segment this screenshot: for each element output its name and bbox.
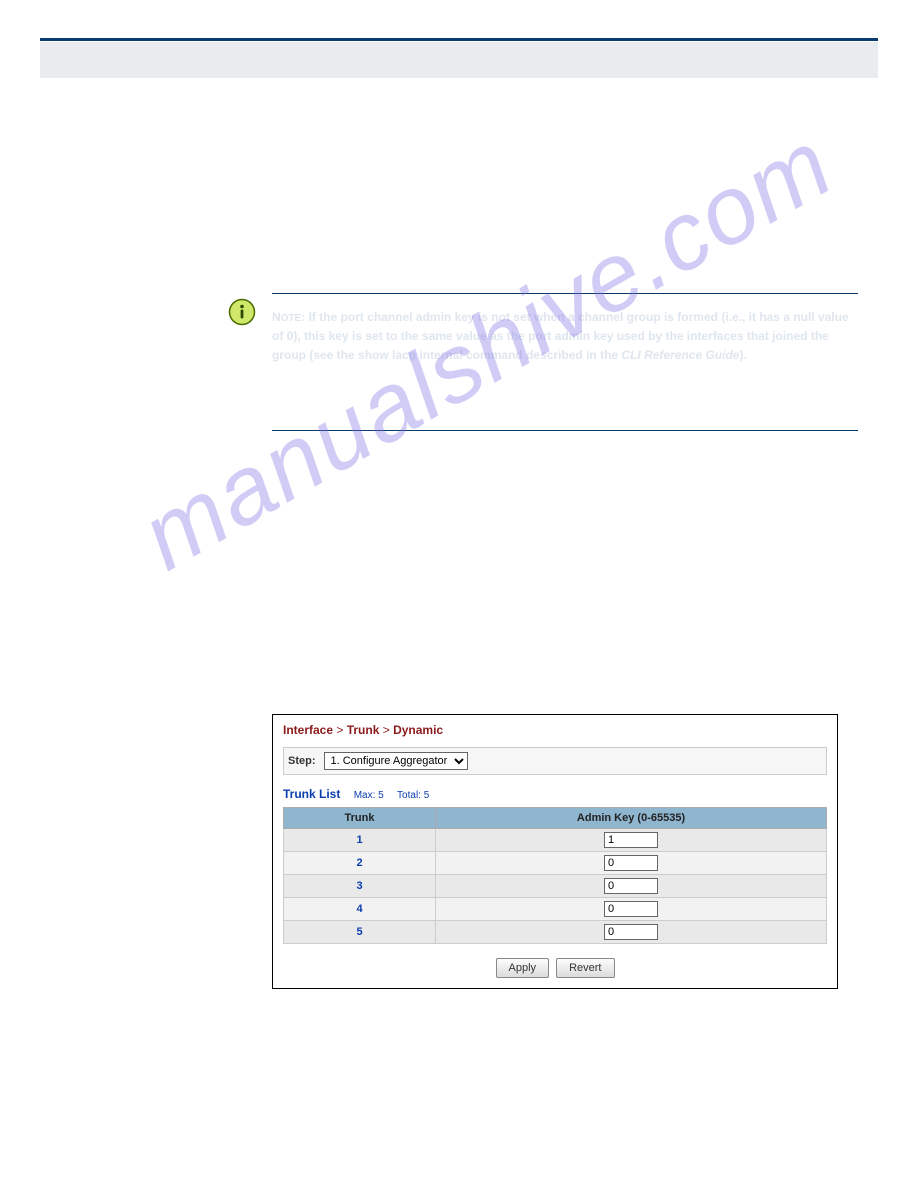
- step-row: Step: 1. Configure Aggregator: [283, 747, 827, 775]
- note-line3c: command described in the: [463, 348, 622, 362]
- table-row: 4: [284, 898, 827, 921]
- col-admin-key: Admin Key (0-65535): [436, 808, 827, 829]
- admin-key-input[interactable]: [604, 924, 658, 940]
- col-trunk: Trunk: [284, 808, 436, 829]
- step-select[interactable]: 1. Configure Aggregator: [324, 752, 468, 770]
- note-ote: OTE: [281, 313, 302, 324]
- note-line3d: CLI Reference Guide: [621, 348, 739, 362]
- admin-key-input[interactable]: [604, 855, 658, 871]
- note-colon: :: [301, 310, 308, 324]
- trunk-table: Trunk Admin Key (0-65535) 1 2 3 4 5: [283, 807, 827, 944]
- note-line1: If the port channel admin key is not set…: [309, 310, 718, 324]
- list-head: Trunk List Max: 5 Total: 5: [273, 785, 837, 807]
- table-row: 1: [284, 829, 827, 852]
- crumb-a: Interface: [283, 723, 333, 737]
- note-n: N: [272, 310, 281, 324]
- button-row: Apply Revert: [273, 952, 837, 988]
- max-val: 5: [378, 790, 384, 801]
- admin-key-input[interactable]: [604, 832, 658, 848]
- info-icon: [228, 298, 256, 326]
- note-bottom-rule: [272, 430, 858, 431]
- max-label: Max:: [354, 790, 378, 801]
- trunk-cell: 1: [284, 829, 436, 852]
- total-label: Total:: [397, 790, 424, 801]
- config-frame: Interface > Trunk > Dynamic Step: 1. Con…: [272, 714, 838, 989]
- admin-key-input[interactable]: [604, 901, 658, 917]
- trunk-list-title: Trunk List: [283, 787, 340, 801]
- note-line3b: show lacp internal: [358, 348, 463, 362]
- trunk-cell: 3: [284, 875, 436, 898]
- crumb-sep2: >: [379, 723, 393, 737]
- crumb-sep1: >: [333, 723, 347, 737]
- admin-key-input[interactable]: [604, 878, 658, 894]
- trunk-cell: 4: [284, 898, 436, 921]
- note-text: NOTE: If the port channel admin key is n…: [272, 308, 858, 366]
- breadcrumb: Interface > Trunk > Dynamic: [273, 715, 837, 741]
- top-rule: [40, 38, 878, 41]
- note-top-rule: [272, 293, 858, 294]
- apply-button[interactable]: Apply: [496, 958, 550, 978]
- crumb-c: Dynamic: [393, 723, 443, 737]
- trunk-cell: 5: [284, 921, 436, 944]
- table-row: 2: [284, 852, 827, 875]
- total-val: 5: [424, 790, 430, 801]
- step-label: Step:: [288, 755, 316, 767]
- trunk-cell: 2: [284, 852, 436, 875]
- table-row: 5: [284, 921, 827, 944]
- note-line3e: ).: [739, 348, 746, 362]
- revert-button[interactable]: Revert: [556, 958, 614, 978]
- table-row: 3: [284, 875, 827, 898]
- header-band: [40, 42, 878, 78]
- crumb-b: Trunk: [347, 723, 380, 737]
